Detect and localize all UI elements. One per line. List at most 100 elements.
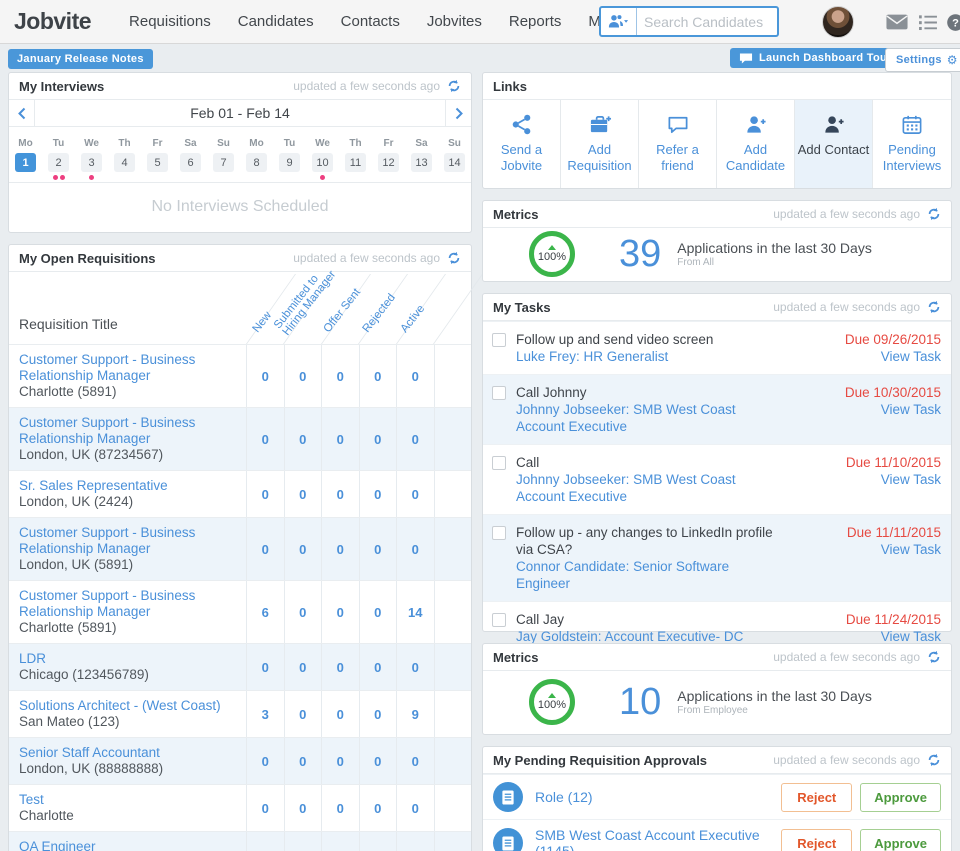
req-count-rejected[interactable]: 0: [359, 738, 397, 784]
req-count-new[interactable]: 0: [246, 785, 284, 831]
req-count-submitted[interactable]: 0: [284, 408, 322, 470]
req-count-new[interactable]: 0: [246, 644, 284, 690]
req-count-rejected[interactable]: 0: [359, 581, 397, 643]
req-count-submitted[interactable]: 0: [284, 691, 322, 737]
req-count-offer[interactable]: 0: [321, 832, 359, 851]
req-count-new[interactable]: 0: [246, 738, 284, 784]
link-send-jobvite[interactable]: Send a Jobvite: [483, 100, 561, 188]
view-task-link[interactable]: View Task: [796, 541, 941, 558]
req-count-rejected[interactable]: 0: [359, 644, 397, 690]
link-add-requisition[interactable]: Add Requisition: [561, 100, 639, 188]
reject-button[interactable]: Reject: [781, 783, 852, 812]
task-candidate-link[interactable]: Connor Candidate: Senior Software Engine…: [516, 558, 786, 592]
calendar-day[interactable]: We3: [75, 134, 108, 182]
task-checkbox[interactable]: [492, 456, 506, 470]
task-list-icon[interactable]: [918, 14, 938, 31]
calendar-day[interactable]: Th11: [339, 134, 372, 182]
requisition-link[interactable]: QA Engineer: [19, 839, 96, 851]
req-count-offer[interactable]: 0: [321, 785, 359, 831]
task-candidate-link[interactable]: Luke Frey: HR Generalist: [516, 348, 786, 365]
req-count-active[interactable]: 14: [396, 581, 434, 643]
req-count-active[interactable]: 0: [396, 345, 434, 407]
req-count-active[interactable]: 0: [396, 644, 434, 690]
requisition-link[interactable]: Test: [19, 792, 44, 807]
req-count-rejected[interactable]: 0: [359, 471, 397, 517]
req-count-new[interactable]: 0: [246, 408, 284, 470]
req-count-submitted[interactable]: 0: [284, 644, 322, 690]
req-count-new[interactable]: 0: [246, 518, 284, 580]
user-avatar[interactable]: [822, 6, 854, 38]
calendar-day[interactable]: Sa13: [405, 134, 438, 182]
task-checkbox[interactable]: [492, 613, 506, 627]
help-icon[interactable]: ?: [946, 13, 960, 32]
req-count-submitted[interactable]: 0: [284, 345, 322, 407]
link-add-candidate[interactable]: Add Candidate: [717, 100, 795, 188]
refresh-icon[interactable]: [927, 753, 941, 767]
requisition-link[interactable]: Customer Support - Business Relationship…: [19, 588, 195, 619]
calendar-day[interactable]: Su7: [207, 134, 240, 182]
req-count-rejected[interactable]: 0: [359, 408, 397, 470]
requisition-link[interactable]: Customer Support - Business Relationship…: [19, 525, 195, 556]
calendar-prev-button[interactable]: [9, 100, 35, 126]
calendar-next-button[interactable]: [445, 100, 471, 126]
requisition-link[interactable]: Senior Staff Accountant: [19, 745, 160, 760]
req-count-active[interactable]: 11: [396, 832, 434, 851]
requisition-link[interactable]: Solutions Architect - (West Coast): [19, 698, 221, 713]
search-input[interactable]: [637, 14, 777, 30]
req-count-active[interactable]: 0: [396, 408, 434, 470]
req-count-active[interactable]: 0: [396, 471, 434, 517]
calendar-day[interactable]: We10: [306, 134, 339, 182]
task-checkbox[interactable]: [492, 333, 506, 347]
refresh-icon[interactable]: [927, 207, 941, 221]
req-count-active[interactable]: 0: [396, 785, 434, 831]
launch-tour-button[interactable]: Launch Dashboard Tour: [730, 48, 901, 68]
req-count-offer[interactable]: 0: [321, 581, 359, 643]
requisition-link[interactable]: Customer Support - Business Relationship…: [19, 415, 195, 446]
link-pending-interviews[interactable]: Pending Interviews: [873, 100, 951, 188]
task-candidate-link[interactable]: Johnny Jobseeker: SMB West Coast Account…: [516, 401, 786, 435]
refresh-icon[interactable]: [927, 650, 941, 664]
nav-item-contacts[interactable]: Contacts: [341, 13, 400, 30]
task-checkbox[interactable]: [492, 386, 506, 400]
req-count-submitted[interactable]: 0: [284, 581, 322, 643]
req-count-offer[interactable]: 0: [321, 345, 359, 407]
req-count-rejected[interactable]: 0: [359, 345, 397, 407]
req-count-submitted[interactable]: 1: [284, 832, 322, 851]
req-count-offer[interactable]: 0: [321, 691, 359, 737]
approval-requisition-link[interactable]: Role (12): [535, 789, 593, 805]
calendar-day[interactable]: Mo8: [240, 134, 273, 182]
search-scope-selector[interactable]: [601, 8, 637, 35]
req-count-offer[interactable]: 0: [321, 518, 359, 580]
view-task-link[interactable]: View Task: [796, 471, 941, 488]
approval-requisition-link[interactable]: SMB West Coast Account Executive (1145): [535, 827, 769, 851]
nav-item-jobvites[interactable]: Jobvites: [427, 13, 482, 30]
req-count-submitted[interactable]: 0: [284, 471, 322, 517]
requisition-link[interactable]: Sr. Sales Representative: [19, 478, 168, 493]
messages-icon[interactable]: [886, 14, 908, 30]
req-count-offer[interactable]: 0: [321, 738, 359, 784]
req-count-offer[interactable]: 0: [321, 644, 359, 690]
refresh-icon[interactable]: [447, 79, 461, 93]
req-count-rejected[interactable]: 1: [359, 832, 397, 851]
nav-item-requisitions[interactable]: Requisitions: [129, 13, 211, 30]
nav-item-reports[interactable]: Reports: [509, 13, 562, 30]
task-checkbox[interactable]: [492, 526, 506, 540]
calendar-day[interactable]: Mo1: [9, 134, 42, 182]
req-count-active[interactable]: 0: [396, 738, 434, 784]
view-task-link[interactable]: View Task: [796, 401, 941, 418]
requisition-link[interactable]: Customer Support - Business Relationship…: [19, 352, 195, 383]
req-count-active[interactable]: 0: [396, 518, 434, 580]
req-count-rejected[interactable]: 0: [359, 518, 397, 580]
req-count-new[interactable]: 3: [246, 691, 284, 737]
refresh-icon[interactable]: [927, 300, 941, 314]
req-count-submitted[interactable]: 0: [284, 785, 322, 831]
calendar-day[interactable]: Th4: [108, 134, 141, 182]
calendar-day[interactable]: Tu2: [42, 134, 75, 182]
approve-button[interactable]: Approve: [860, 783, 941, 812]
settings-button[interactable]: Settings ⚙: [885, 48, 960, 72]
task-candidate-link[interactable]: Johnny Jobseeker: SMB West Coast Account…: [516, 471, 786, 505]
req-count-submitted[interactable]: 0: [284, 738, 322, 784]
req-count-rejected[interactable]: 0: [359, 785, 397, 831]
calendar-day[interactable]: Tu9: [273, 134, 306, 182]
req-count-new[interactable]: 0: [246, 345, 284, 407]
